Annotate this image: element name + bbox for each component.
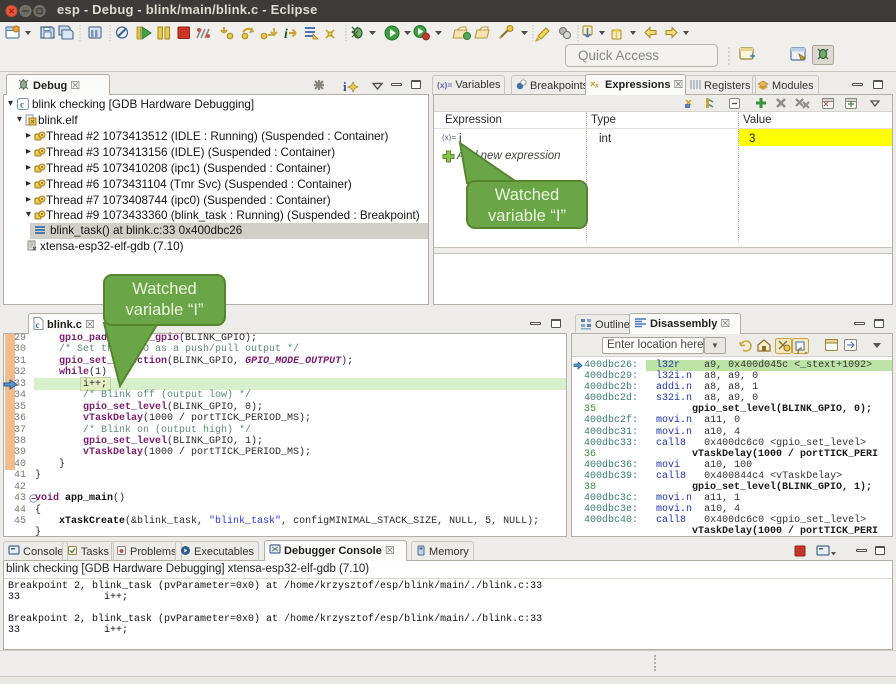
svg-text:Quick Access: Quick Access [578,48,659,63]
svg-text:i: i [343,79,347,93]
svg-text:i: i [284,27,288,42]
svg-text:c: c [20,100,24,110]
svg-text:c: c [36,320,40,330]
svg-text:×ₓ: ×ₓ [590,79,599,89]
